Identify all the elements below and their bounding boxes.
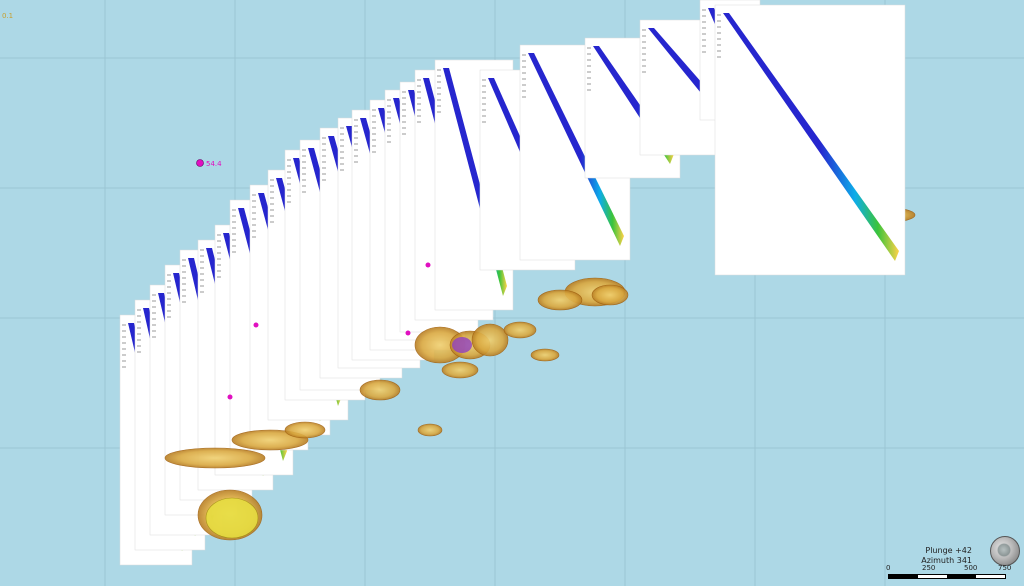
ore-shell xyxy=(452,337,472,353)
section-plane xyxy=(714,4,906,276)
collar-dot xyxy=(425,262,431,268)
scale-tick: 750 xyxy=(998,564,1012,572)
ore-shell xyxy=(471,323,509,357)
scale-bar-graphic xyxy=(888,574,1006,579)
ore-shell xyxy=(530,348,560,362)
collar-marker: 54.4 xyxy=(196,159,222,168)
orientation-readout: Plunge +42 Azimuth 341 xyxy=(921,546,972,566)
ore-shell xyxy=(503,321,537,339)
ore-shell xyxy=(537,289,583,311)
collar-label: 54.4 xyxy=(206,160,222,168)
collar-dot xyxy=(196,159,204,167)
compass-globe-icon[interactable] xyxy=(990,536,1020,566)
ore-shell xyxy=(284,421,326,439)
ore-shell xyxy=(164,447,266,469)
corner-label: 0.1 xyxy=(2,12,14,20)
scale-tick: 500 xyxy=(964,564,978,572)
scale-tick: 0 xyxy=(886,564,891,572)
ore-shell xyxy=(591,284,629,306)
section-planes xyxy=(119,0,906,566)
ore-shell xyxy=(417,423,443,437)
collar-dot xyxy=(253,322,259,328)
collar-dot xyxy=(405,330,411,336)
scale-ticks: 0 250 500 750 xyxy=(884,564,1014,574)
collar-dot xyxy=(227,394,233,400)
ore-shell xyxy=(205,497,259,539)
section-sheet xyxy=(714,4,906,276)
scene-canvas[interactable]: 54.4 xyxy=(0,0,1024,586)
plunge-label: Plunge +42 xyxy=(925,546,972,555)
ore-shell xyxy=(441,361,479,379)
3d-viewport[interactable]: 54.4 0.1 Plunge +42 Azimuth 341 0 250 50… xyxy=(0,0,1024,586)
scale-bar: 0 250 500 750 xyxy=(884,564,1014,584)
scale-tick: 250 xyxy=(922,564,936,572)
ore-shell xyxy=(359,379,401,401)
